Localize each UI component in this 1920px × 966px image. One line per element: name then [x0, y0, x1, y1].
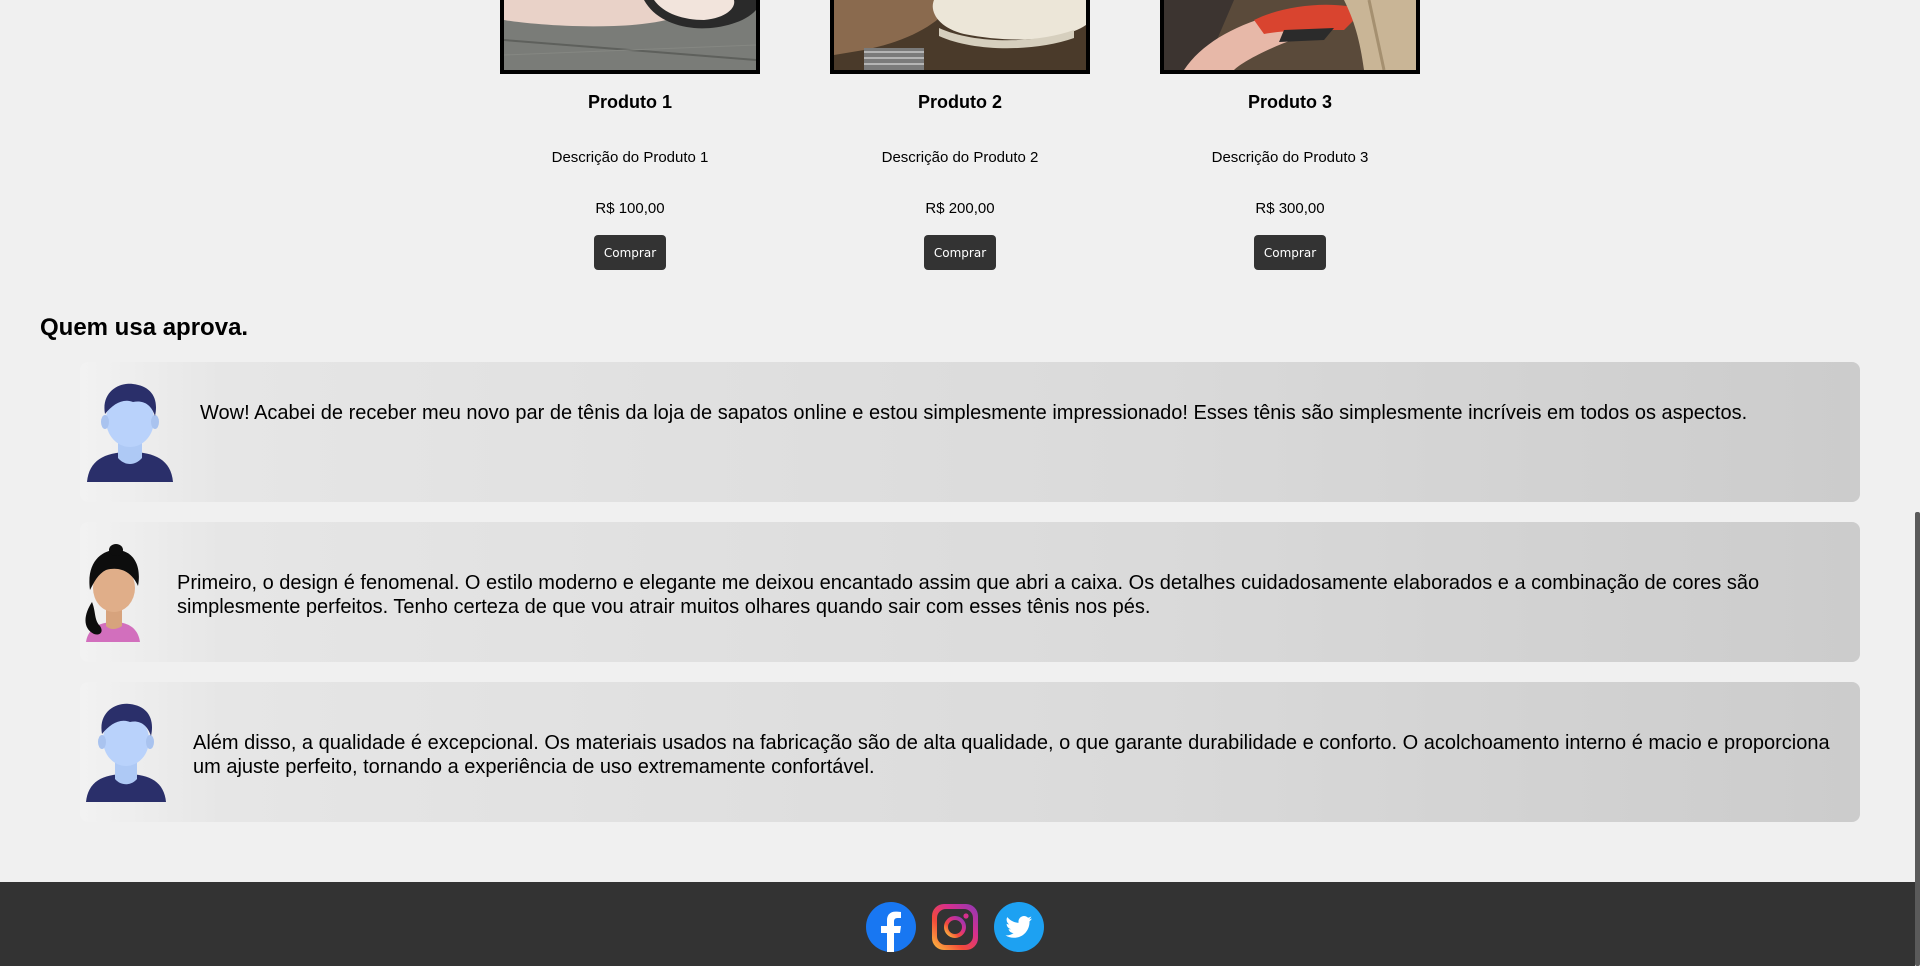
testimonial-text: Primeiro, o design é fenomenal. O estilo…: [177, 572, 1760, 618]
twitter-icon[interactable]: [994, 902, 1044, 952]
buy-button[interactable]: Comprar: [594, 235, 666, 270]
testimonial-text: Além disso, a qualidade é excepcional. O…: [193, 732, 1830, 778]
scrollbar[interactable]: [1915, 0, 1920, 966]
male-avatar-icon: [85, 382, 175, 482]
facebook-icon[interactable]: [866, 902, 916, 952]
buy-button[interactable]: Comprar: [924, 235, 996, 270]
product-image[interactable]: [500, 0, 760, 74]
testimonial-text: Wow! Acabei de receber meu novo par de t…: [200, 402, 1748, 424]
product-title: Produto 2: [918, 92, 1002, 112]
buy-button[interactable]: Comprar: [1254, 235, 1326, 270]
testimonials-title: Quem usa aprova.: [40, 314, 249, 341]
instagram-icon[interactable]: [930, 902, 980, 952]
testimonial-card: Além disso, a qualidade é excepcional. O…: [80, 682, 1860, 822]
testimonial-card: Primeiro, o design é fenomenal. O estilo…: [80, 522, 1860, 662]
product-description: Descrição do Produto 2: [881, 149, 1039, 166]
scrollbar-thumb[interactable]: [1915, 512, 1920, 966]
product-price: R$ 200,00: [925, 200, 995, 217]
product-image[interactable]: [1160, 0, 1420, 74]
testimonial-card: Wow! Acabei de receber meu novo par de t…: [80, 362, 1860, 502]
page: Produto 1 Descrição do Produto 1 R$ 100,…: [0, 0, 1920, 966]
product-image[interactable]: [830, 0, 1090, 74]
product-price: R$ 300,00: [1255, 200, 1325, 217]
male-avatar-icon: [84, 702, 174, 802]
footer: [0, 882, 1920, 966]
product-title: Produto 1: [588, 92, 672, 112]
product-description: Descrição do Produto 3: [1211, 149, 1369, 166]
product-price: R$ 100,00: [595, 200, 665, 217]
product-title: Produto 3: [1248, 92, 1332, 112]
product-description: Descrição do Produto 1: [551, 149, 709, 166]
female-avatar-icon: [80, 542, 170, 642]
